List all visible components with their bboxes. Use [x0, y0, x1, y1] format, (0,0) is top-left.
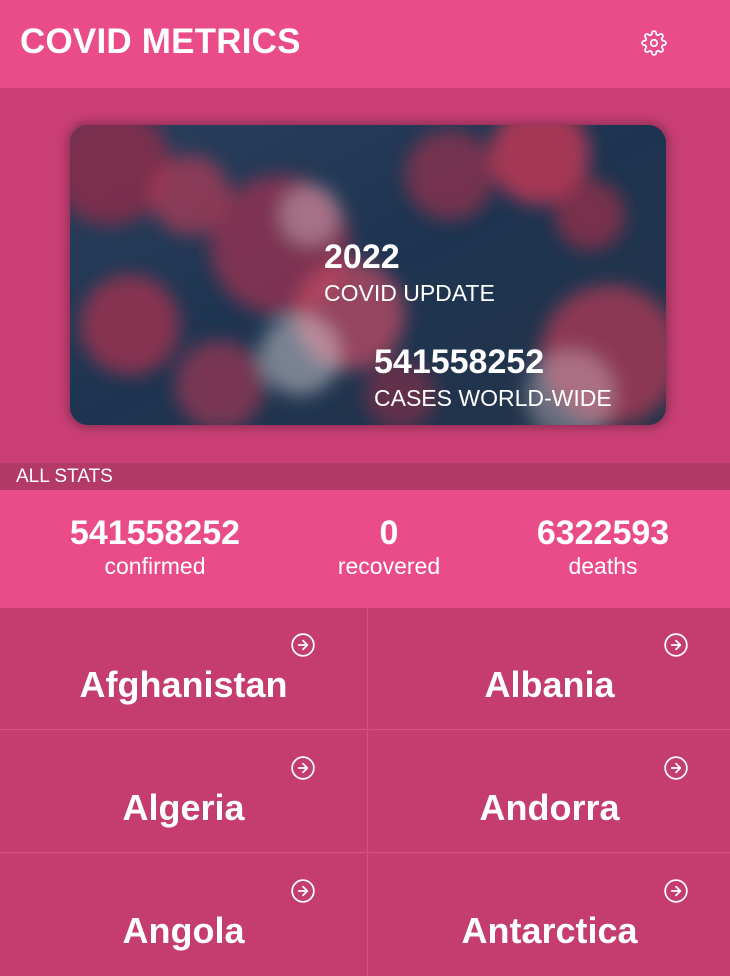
- country-tile-algeria[interactable]: Algeria: [0, 731, 368, 853]
- app-header: COVID METRICS: [0, 0, 730, 88]
- country-tile-andorra[interactable]: Andorra: [369, 731, 730, 853]
- stat-label: recovered: [337, 553, 441, 579]
- stat-value: 0: [379, 514, 399, 552]
- stat-label: deaths: [568, 553, 638, 579]
- country-name: Andorra: [479, 787, 620, 828]
- hero-cases-count: 541558252: [374, 343, 545, 381]
- stat-value: 6322593: [536, 514, 670, 552]
- arrow-right-circle-icon[interactable]: [663, 632, 689, 658]
- country-name: Afghanistan: [79, 664, 288, 705]
- stat-recovered: 0 recovered: [269, 514, 509, 580]
- stat-value: 541558252: [69, 514, 241, 552]
- country-tile-angola[interactable]: Angola: [0, 854, 368, 976]
- country-name: Algeria: [122, 787, 245, 828]
- arrow-right-circle-icon[interactable]: [663, 878, 689, 904]
- country-name: Angola: [122, 910, 245, 951]
- hero-section: 2022 COVID UPDATE 541558252 CASES WORLD-…: [0, 88, 730, 463]
- country-name: Albania: [484, 664, 615, 705]
- country-tile-albania[interactable]: Albania: [369, 608, 730, 730]
- stat-deaths: 6322593 deaths: [483, 514, 723, 580]
- stat-confirmed: 541558252 confirmed: [35, 514, 275, 580]
- arrow-right-circle-icon[interactable]: [663, 755, 689, 781]
- app-title: COVID METRICS: [20, 22, 301, 61]
- stats-bar: 541558252 confirmed 0 recovered 6322593 …: [0, 490, 730, 608]
- country-tile-afghanistan[interactable]: Afghanistan: [0, 608, 368, 730]
- arrow-right-circle-icon[interactable]: [290, 878, 316, 904]
- all-stats-label: ALL STATS: [0, 463, 730, 490]
- hero-cases-label: CASES WORLD-WIDE: [374, 385, 612, 411]
- hero-subtitle: COVID UPDATE: [324, 280, 495, 306]
- hero-year: 2022: [324, 238, 400, 276]
- country-tile-antarctica[interactable]: Antarctica: [369, 854, 730, 976]
- country-grid: Afghanistan Albania Algeria Andorra Ango…: [0, 608, 730, 976]
- stat-label: confirmed: [104, 553, 206, 579]
- arrow-right-circle-icon[interactable]: [290, 755, 316, 781]
- gear-icon[interactable]: [641, 30, 667, 56]
- arrow-right-circle-icon[interactable]: [290, 632, 316, 658]
- country-name: Antarctica: [461, 910, 638, 951]
